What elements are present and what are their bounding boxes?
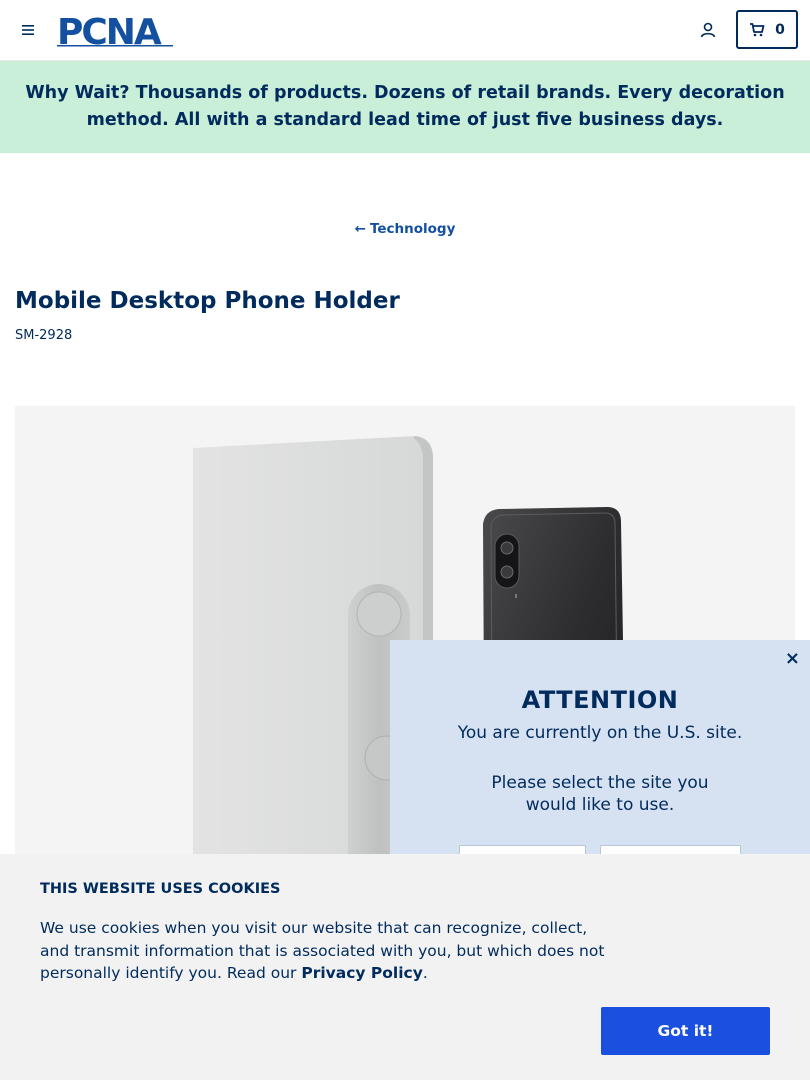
back-link-label: Technology [369,221,456,237]
arrow-left-icon: ← [354,221,366,237]
cart-count: 0 [775,21,785,38]
cart-icon [750,22,765,36]
modal-instruction-text: Please select the site you would like to… [491,773,709,815]
site-header: PCNA 0 [0,0,810,61]
cart-button[interactable]: 0 [736,10,798,49]
modal-title: ATTENTION [521,686,679,714]
cookie-text: We use cookies when you visit our websit… [40,917,610,985]
cookie-title: THIS WEBSITE USES COOKIES [40,881,281,897]
promo-banner: Why Wait? Thousands of products. Dozens … [0,61,810,153]
site-select-modal: × ATTENTION You are currently on the U.S… [390,640,810,885]
product-sku: SM-2928 [15,328,73,343]
accept-cookies-button[interactable]: Got it! [601,1007,770,1055]
modal-current-site-text: You are currently on the U.S. site. [457,723,743,743]
product-title: Mobile Desktop Phone Holder [15,288,400,314]
menu-icon[interactable] [20,22,36,38]
breadcrumb: ← Technology [0,221,810,237]
cookie-text-period: . [422,964,428,982]
back-to-category-link[interactable]: ← Technology [355,221,456,237]
logo-text: PCNA [57,14,162,48]
account-icon[interactable] [699,21,717,39]
privacy-policy-link[interactable]: Privacy Policy [301,964,423,982]
pcna-logo[interactable]: PCNA [57,14,177,48]
close-icon[interactable]: × [785,648,800,669]
cookie-banner: THIS WEBSITE USES COOKIES We use cookies… [0,854,810,1080]
promo-text: Why Wait? Thousands of products. Dozens … [25,83,785,130]
